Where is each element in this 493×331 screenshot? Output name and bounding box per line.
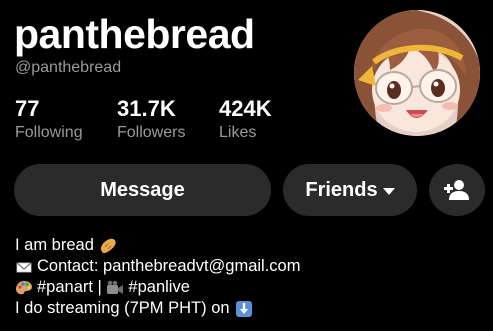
friends-button-label: Friends: [305, 178, 378, 201]
username-handle: @panthebread: [15, 59, 122, 76]
message-button[interactable]: Message: [14, 164, 271, 216]
add-person-icon: [444, 180, 469, 200]
down-arrow-emoji-icon: [235, 300, 252, 317]
stat-followers[interactable]: 31.7K Followers: [117, 96, 185, 143]
following-label: Following: [15, 124, 83, 141]
following-count: 77: [15, 96, 40, 121]
display-name: panthebread: [14, 11, 255, 57]
bio-line-3-text-1: #panart |: [37, 278, 107, 296]
bio-line-1-text: I am bread: [15, 236, 94, 254]
bio-line-2: Contact: panthebreadvt@gmail.com: [15, 256, 300, 277]
avatar[interactable]: [354, 10, 480, 136]
bio-line-1: I am bread: [15, 235, 300, 256]
friends-dropdown-button[interactable]: Friends: [283, 164, 417, 216]
bio-line-4-text: I do streaming (7PM PHT) on: [15, 299, 230, 317]
message-button-label: Message: [100, 178, 185, 201]
envelope-emoji-icon: [16, 262, 32, 272]
bio-line-4: I do streaming (7PM PHT) on: [15, 298, 300, 319]
bio-line-3: #panart | #panlive: [15, 277, 300, 298]
camera-emoji-icon: [107, 280, 124, 294]
stat-following[interactable]: 77 Following: [15, 96, 83, 143]
bio: I am bread Contact: panthebreadvt@gmail.…: [15, 235, 300, 319]
anime-girl-avatar-icon: [354, 10, 480, 136]
stat-likes[interactable]: 424K Likes: [219, 96, 272, 143]
caret-down-icon: [382, 187, 395, 195]
followers-label: Followers: [117, 124, 186, 141]
likes-label: Likes: [219, 124, 257, 141]
bio-line-3-text-2: #panlive: [128, 278, 190, 296]
add-friend-button[interactable]: [429, 164, 485, 216]
palette-emoji-icon: [16, 280, 32, 294]
likes-count: 424K: [219, 96, 272, 121]
bread-emoji-icon: [100, 238, 116, 253]
bio-line-2-text: Contact: panthebreadvt@gmail.com: [37, 257, 301, 275]
followers-count: 31.7K: [117, 96, 176, 121]
